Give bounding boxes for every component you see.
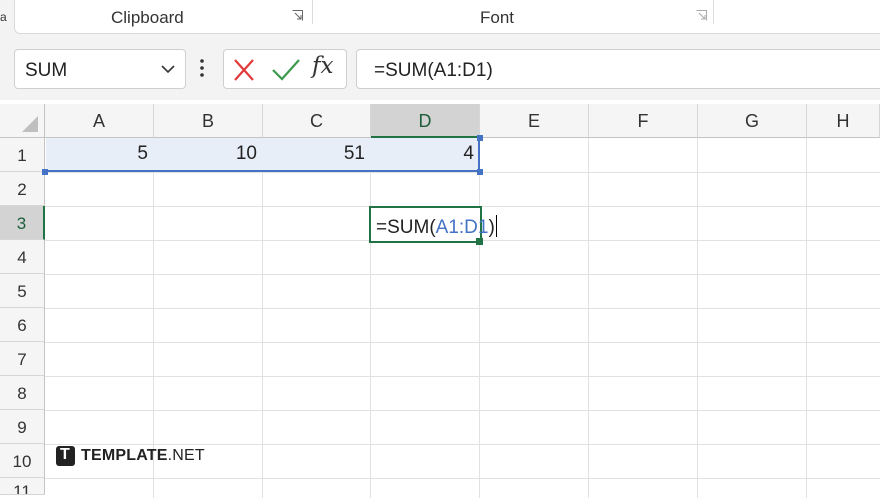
cancel-icon[interactable] [230,56,258,84]
name-box[interactable]: SUM [14,49,186,89]
insert-function-button[interactable]: fx [312,53,333,79]
formula-controls: fx [223,49,347,89]
row-header-1[interactable]: 1 [0,138,45,172]
gridline [45,308,880,309]
row-header-5[interactable]: 5 [0,274,45,308]
row-header-2[interactable]: 2 [0,172,45,206]
column-header-f[interactable]: F [589,104,698,138]
row-header-4[interactable]: 4 [0,240,45,274]
cell-edit-ref: A1:D1 [435,217,489,238]
selected-range-border [45,138,480,172]
column-header-h[interactable]: H [807,104,880,138]
row-header-8[interactable]: 8 [0,376,45,410]
range-handle[interactable] [477,135,483,141]
font-dialog-launcher-icon[interactable] [696,10,707,21]
column-header-b[interactable]: B [154,104,263,138]
range-handle[interactable] [42,169,48,175]
font-group-label: Font [480,8,515,27]
brand-suffix: .NET [167,447,205,464]
active-cell-d3[interactable]: =SUM(A1:D1) [369,206,497,243]
clipboard-dialog-launcher-icon[interactable] [292,10,303,21]
gridline [45,274,880,275]
gridline [45,478,880,479]
brand-text: TEMPLATE.NET [81,447,205,465]
ribbon-cut-label: a [0,10,7,24]
ribbon-panel: Clipboard Font [14,0,880,34]
formula-bar-row: SUM fx =SUM(A1:D1) [0,36,880,100]
check-icon[interactable] [270,56,302,84]
row-header-6[interactable]: 6 [0,308,45,342]
column-header-d[interactable]: D [371,104,480,138]
row-header-10[interactable]: 10 [0,444,45,478]
ribbon-group-separator [312,0,313,24]
gridline [45,172,880,173]
cell-edit-suffix: ) [488,217,495,238]
select-all-triangle-icon [22,116,38,132]
template-logo-icon: T [56,446,75,466]
gridline [45,410,880,411]
row-header-9[interactable]: 9 [0,410,45,444]
row-header-7[interactable]: 7 [0,342,45,376]
ribbon: a Clipboard Font [0,0,880,36]
formula-prefix: =SUM( [374,60,434,81]
row-header-3[interactable]: 3 [0,206,45,240]
brand-bold: TEMPLATE [81,447,168,464]
fill-handle[interactable] [476,238,483,245]
ribbon-group-separator [713,0,714,24]
formula-suffix: ) [486,60,493,81]
column-header-g[interactable]: G [698,104,807,138]
formula-ref: A1:D1 [433,60,487,81]
select-all-button[interactable] [0,104,45,138]
chevron-down-icon[interactable] [160,61,176,77]
more-options-icon[interactable] [199,58,205,78]
gridline [45,376,880,377]
cell-edit-text[interactable]: =SUM(A1:D1) [376,215,497,239]
name-box-value: SUM [25,60,68,81]
formula-input[interactable]: =SUM(A1:D1) [356,49,880,89]
clipboard-group-label: Clipboard [111,8,184,27]
gridline [45,342,880,343]
column-header-c[interactable]: C [263,104,371,138]
formula-text: =SUM(A1:D1) [374,60,493,82]
gridline [45,444,880,445]
text-caret [495,215,497,237]
row-header-11[interactable]: 11 [0,478,45,495]
cell-edit-prefix: =SUM( [376,217,436,238]
range-handle[interactable] [477,169,483,175]
logo-letter: T [60,446,70,463]
column-header-a[interactable]: A [45,104,154,138]
column-header-e[interactable]: E [480,104,589,138]
